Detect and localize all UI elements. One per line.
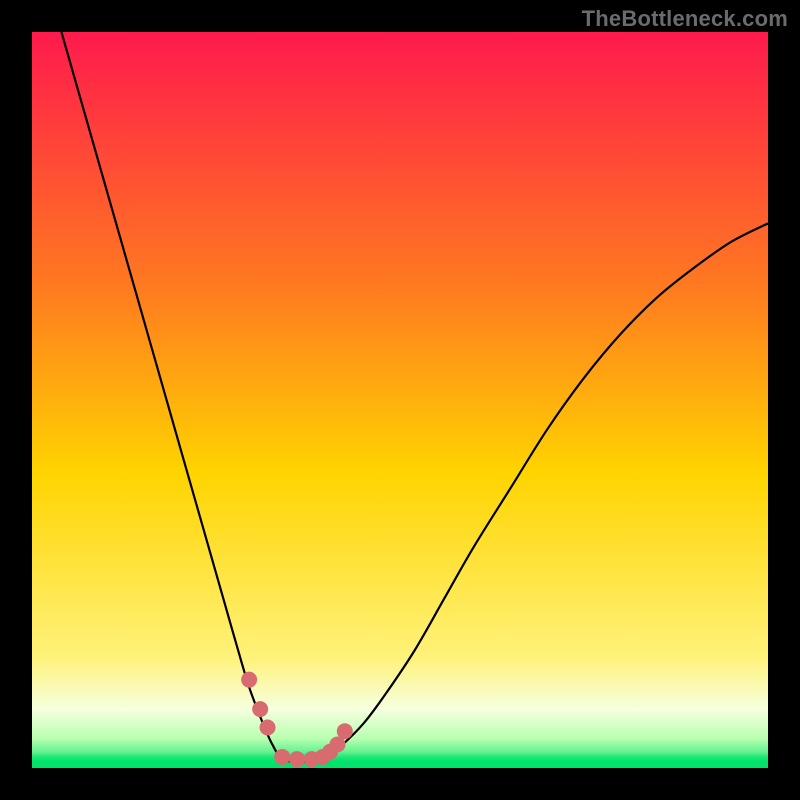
watermark-text: TheBottleneck.com [582, 6, 788, 32]
highlight-marker [337, 723, 353, 739]
plot-area [32, 32, 768, 768]
highlight-marker [289, 751, 305, 767]
highlight-marker [252, 701, 268, 717]
highlight-marker [241, 672, 257, 688]
highlight-marker [260, 720, 276, 736]
chart-root: TheBottleneck.com [0, 0, 800, 800]
highlight-marker [274, 749, 290, 765]
curve-layer [32, 32, 768, 768]
highlight-markers [241, 672, 353, 767]
bottleneck-curve [61, 32, 768, 762]
